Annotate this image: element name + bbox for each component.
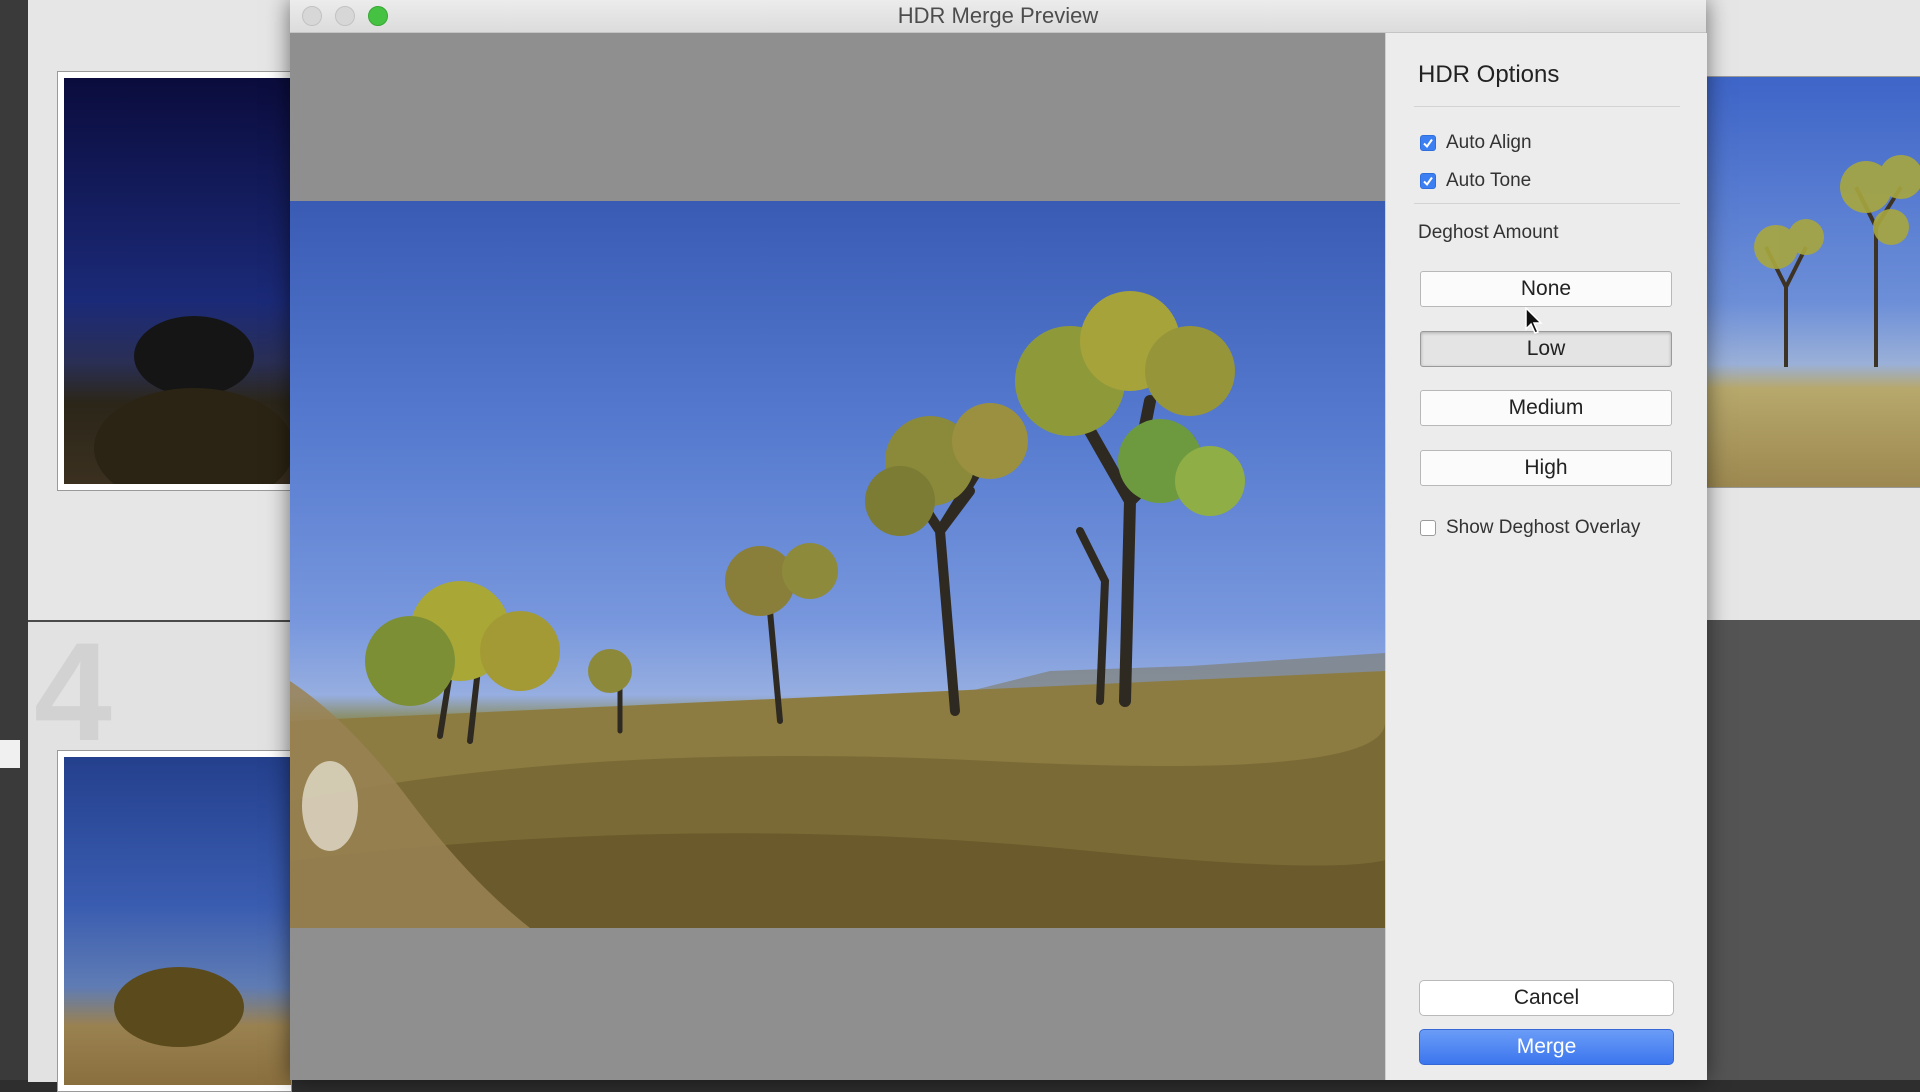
deghost-low-button[interactable]: Low (1420, 331, 1672, 367)
thumbnail-image (64, 757, 291, 1085)
hdr-preview-image (290, 201, 1385, 928)
grid-cell-number: 4 (34, 613, 112, 770)
hdr-merge-dialog: HDR Merge Preview HDR Options Auto Align… (290, 0, 1707, 1080)
thumbnail-bright-exposure[interactable] (1706, 76, 1920, 488)
divider (1414, 106, 1680, 107)
thumbnail-image (64, 78, 291, 484)
deghost-high-button[interactable]: High (1420, 450, 1672, 486)
grid-cell-bottom-right (1706, 620, 1920, 1080)
deghost-medium-button[interactable]: Medium (1420, 390, 1672, 426)
cancel-button[interactable]: Cancel (1419, 980, 1674, 1016)
panel-title: HDR Options (1418, 61, 1560, 88)
show-overlay-checkbox[interactable] (1420, 520, 1436, 536)
mouse-cursor-icon (1525, 307, 1543, 334)
hdr-options-panel: HDR Options Auto Align Auto Tone Deghost… (1385, 33, 1707, 1080)
checkmark-icon (1423, 138, 1433, 149)
title-bar[interactable]: HDR Merge Preview (290, 0, 1706, 33)
auto-align-label: Auto Align (1446, 132, 1532, 153)
thumbnail-dark-exposure[interactable] (57, 71, 292, 491)
show-deghost-overlay-option[interactable]: Show Deghost Overlay (1420, 517, 1640, 539)
grid-cell-top-left (28, 0, 292, 620)
left-panel-edge (0, 0, 28, 1080)
divider (1414, 203, 1680, 204)
deghost-none-button[interactable]: None (1420, 271, 1672, 307)
auto-align-checkbox[interactable] (1420, 135, 1436, 151)
window-title: HDR Merge Preview (897, 3, 1099, 28)
thumbnail-normal-exposure[interactable] (57, 750, 292, 1092)
show-overlay-label: Show Deghost Overlay (1446, 517, 1641, 538)
deghost-amount-label: Deghost Amount (1418, 222, 1559, 243)
panel-collapse-handle[interactable] (0, 740, 20, 768)
merge-button[interactable]: Merge (1419, 1029, 1674, 1065)
auto-tone-label: Auto Tone (1446, 170, 1532, 191)
auto-tone-option[interactable]: Auto Tone (1420, 170, 1531, 192)
checkmark-icon (1423, 176, 1433, 187)
auto-tone-checkbox[interactable] (1420, 173, 1436, 189)
auto-align-option[interactable]: Auto Align (1420, 132, 1532, 154)
grid-cell-bottom-left: 4 (28, 613, 292, 1092)
preview-area (290, 33, 1385, 1080)
